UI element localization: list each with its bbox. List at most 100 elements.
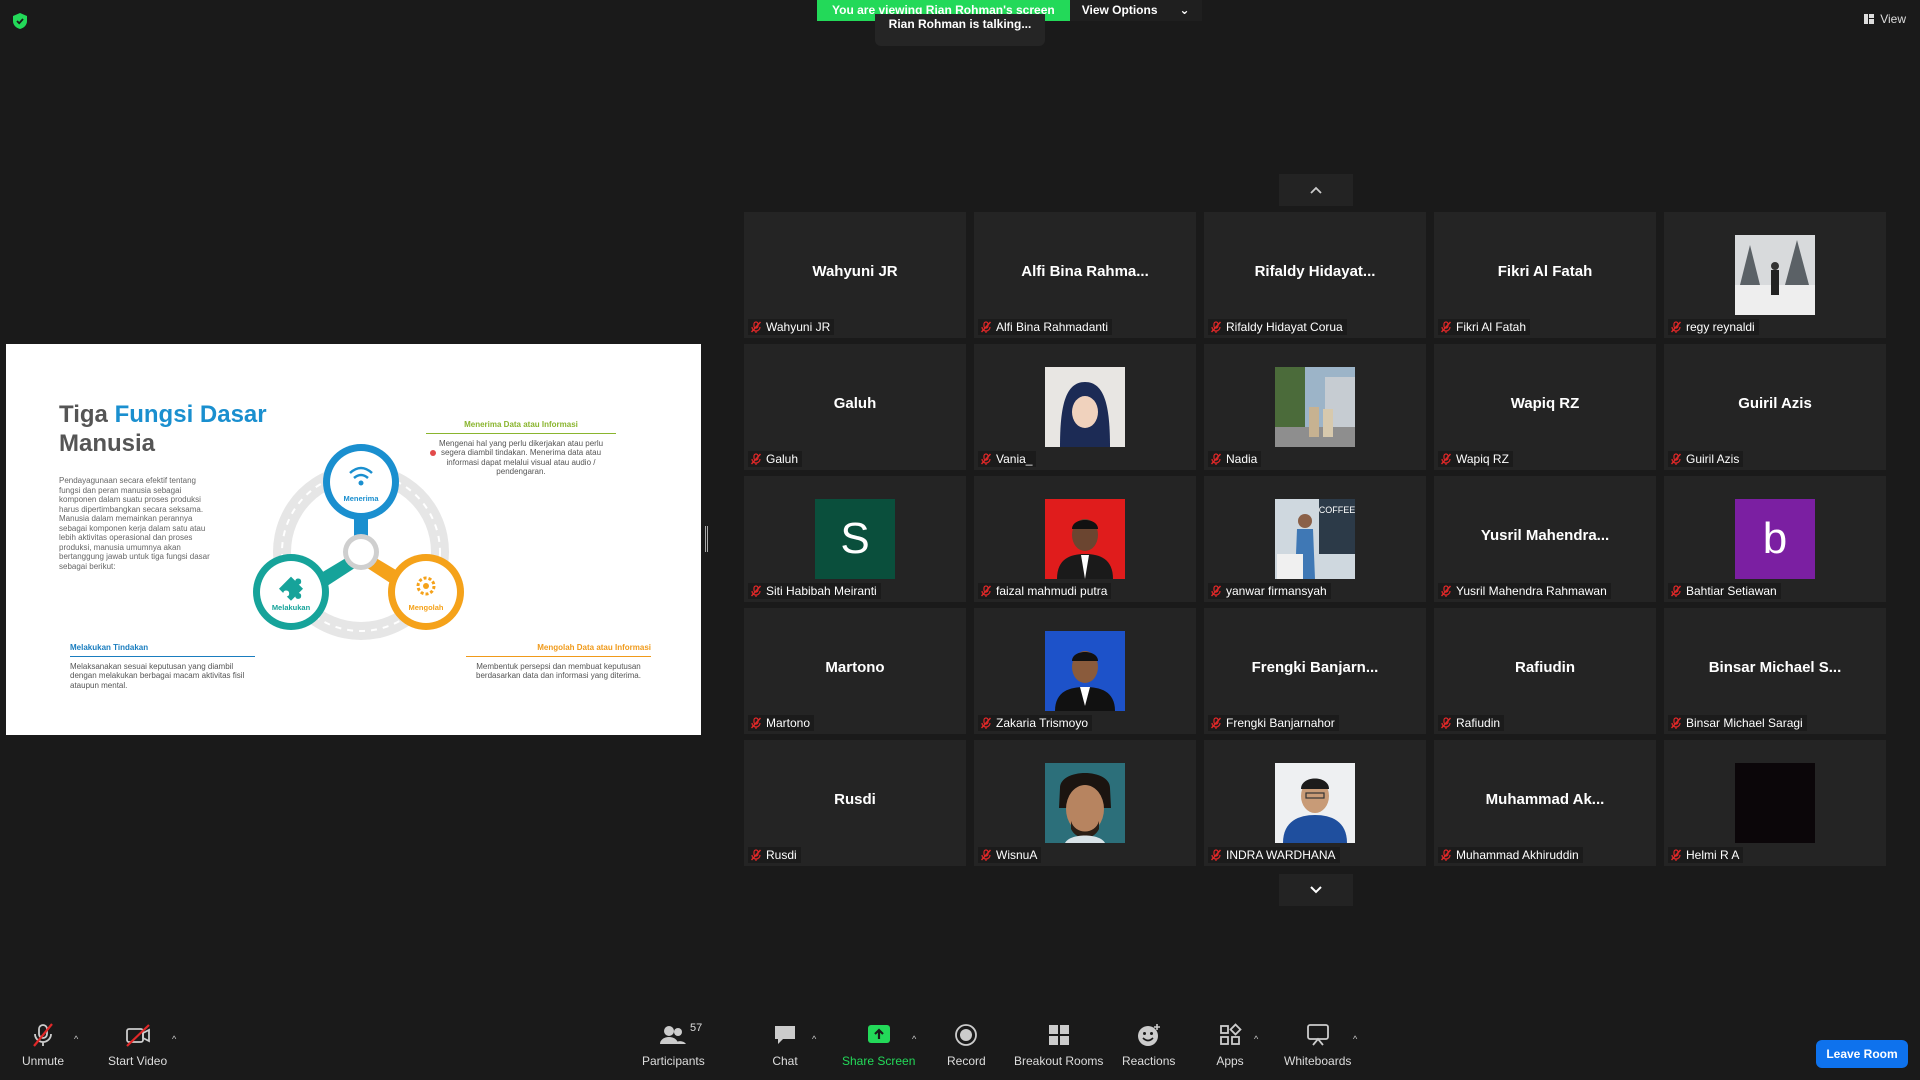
participant-photo — [1735, 763, 1815, 843]
view-layout-button[interactable]: View — [1863, 12, 1906, 26]
whiteboards-button[interactable]: Whiteboards — [1284, 1022, 1351, 1068]
leave-room-button[interactable]: Leave Room — [1816, 1040, 1908, 1068]
participant-name: Fikri Al Fatah — [1456, 320, 1527, 334]
video-options-caret[interactable]: ^ — [172, 1034, 176, 1044]
slide-title: Tiga Fungsi Dasar Manusia — [59, 400, 267, 458]
grid-view-icon — [1864, 14, 1875, 24]
microphone-muted-icon — [980, 585, 992, 597]
apps-options-caret[interactable]: ^ — [1254, 1034, 1258, 1044]
participant-tile[interactable]: Rafiudin Rafiudin — [1434, 608, 1656, 734]
breakout-rooms-button[interactable]: Breakout Rooms — [1014, 1022, 1103, 1068]
whiteboard-options-caret[interactable]: ^ — [1353, 1034, 1357, 1044]
apps-button[interactable]: Apps — [1216, 1022, 1244, 1068]
view-options-button[interactable]: View Options ⌄ — [1069, 0, 1202, 21]
participant-avatar — [1045, 367, 1125, 447]
participant-tile[interactable]: Vania_ — [974, 344, 1196, 470]
participant-name-label: Fikri Al Fatah — [1438, 319, 1531, 335]
participant-tile[interactable]: WisnuA — [974, 740, 1196, 866]
participant-photo — [1045, 499, 1125, 579]
participant-tile[interactable]: Nadia — [1204, 344, 1426, 470]
process-node: Mengolah — [388, 554, 464, 630]
participant-avatar — [1275, 367, 1355, 447]
node-receive-label: Menerima — [343, 494, 379, 503]
participant-tile[interactable]: Rifaldy Hidayat... Rifaldy Hidayat Corua — [1204, 212, 1426, 338]
chevron-down-icon: ⌄ — [1179, 3, 1190, 17]
callout-do: Melakukan Tindakan Melaksanakan sesuai k… — [70, 643, 255, 690]
participant-tile[interactable]: Binsar Michael S... Binsar Michael Saragi — [1664, 608, 1886, 734]
chat-bubble-icon — [775, 1026, 795, 1044]
callout-do-body: Melaksanakan sesuai keputusan yang diamb… — [70, 661, 245, 690]
microphone-muted-icon — [980, 321, 992, 333]
participant-tile[interactable]: COFFEE yanwar firmansyah — [1204, 476, 1426, 602]
participant-name: faizal mahmudi putra — [996, 584, 1108, 598]
microphone-muted-icon — [1210, 717, 1222, 729]
participant-tile[interactable]: Wahyuni JR Wahyuni JR — [744, 212, 966, 338]
split-view-divider-handle[interactable] — [705, 526, 708, 552]
participant-tile[interactable]: S Siti Habibah Meiranti — [744, 476, 966, 602]
participant-name: Rifaldy Hidayat Corua — [1226, 320, 1343, 334]
microphone-muted-icon — [1210, 321, 1222, 333]
microphone-muted-icon — [750, 585, 762, 597]
participant-tile[interactable]: Galuh Galuh — [744, 344, 966, 470]
whiteboard-icon — [1306, 1024, 1329, 1046]
participant-tile[interactable]: Alfi Bina Rahma... Alfi Bina Rahmadanti — [974, 212, 1196, 338]
share-screen-button[interactable]: Share Screen — [842, 1022, 915, 1068]
chat-options-caret[interactable]: ^ — [812, 1034, 816, 1044]
participant-name: INDRA WARDHANA — [1226, 848, 1336, 862]
participant-tile[interactable]: Wapiq RZ Wapiq RZ — [1434, 344, 1656, 470]
microphone-muted-icon — [1440, 849, 1452, 861]
gallery-page-up-button[interactable] — [1279, 174, 1353, 206]
participant-photo — [1045, 367, 1125, 447]
participant-tile[interactable]: Rusdi Rusdi — [744, 740, 966, 866]
participants-count: 57 — [690, 1022, 703, 1034]
unmute-button[interactable]: Unmute — [22, 1022, 64, 1068]
participant-tile[interactable]: Frengki Banjarn... Frengki Banjarnahor — [1204, 608, 1426, 734]
participant-name-label: Wahyuni JR — [748, 319, 835, 335]
receive-node: Menerima — [323, 444, 399, 520]
participant-name-label: Martono — [748, 715, 815, 731]
participant-tile[interactable]: INDRA WARDHANA — [1204, 740, 1426, 866]
participant-tile[interactable]: Martono Martono — [744, 608, 966, 734]
participant-tile[interactable]: Muhammad Ak... Muhammad Akhiruddin — [1434, 740, 1656, 866]
microphone-muted-icon — [1670, 453, 1682, 465]
participant-tile[interactable]: faizal mahmudi putra — [974, 476, 1196, 602]
participant-photo — [1275, 367, 1355, 447]
callout-process-title: Mengolah Data atau Informasi — [466, 643, 651, 657]
participant-tile[interactable]: Guiril Azis Guiril Azis — [1664, 344, 1886, 470]
audio-options-caret[interactable]: ^ — [74, 1034, 78, 1044]
record-button[interactable]: Record — [947, 1022, 986, 1068]
participant-display-name: Fikri Al Fatah — [1497, 263, 1593, 280]
participants-icon — [660, 1026, 687, 1044]
video-camera-off-icon — [125, 1024, 150, 1047]
participant-avatar: COFFEE — [1275, 499, 1355, 579]
security-shield-icon[interactable] — [12, 12, 28, 30]
participant-name: Bahtiar Setiawan — [1686, 584, 1777, 598]
participant-tile[interactable]: b Bahtiar Setiawan — [1664, 476, 1886, 602]
participant-name-label: WisnuA — [978, 847, 1042, 863]
microphone-muted-icon — [1210, 453, 1222, 465]
participant-tile[interactable]: regy reynaldi — [1664, 212, 1886, 338]
participant-tile[interactable]: Helmi R A — [1664, 740, 1886, 866]
gallery-page-down-button[interactable] — [1279, 874, 1353, 906]
node-do-label: Melakukan — [272, 603, 311, 612]
participant-tile[interactable]: Zakaria Trismoyo — [974, 608, 1196, 734]
participant-name-label: Binsar Michael Saragi — [1668, 715, 1807, 731]
participant-name-label: Siti Habibah Meiranti — [748, 583, 881, 599]
participant-display-name: Rafiudin — [1515, 659, 1575, 676]
participant-tile[interactable]: Yusril Mahendra... Yusril Mahendra Rahmaw… — [1434, 476, 1656, 602]
participant-tile[interactable]: Fikri Al Fatah Fikri Al Fatah — [1434, 212, 1656, 338]
chevron-up-icon — [1310, 186, 1322, 194]
participant-name-label: Galuh — [748, 451, 803, 467]
meeting-toolbar: Unmute ^ Start Video ^ Participants 57 C… — [0, 1014, 1920, 1080]
share-options-caret[interactable]: ^ — [912, 1034, 916, 1044]
participant-name: Nadia — [1226, 452, 1258, 466]
microphone-muted-icon — [1670, 321, 1682, 333]
participant-display-name: Guiril Azis — [1738, 395, 1812, 412]
chat-button[interactable]: Chat — [771, 1022, 799, 1068]
participant-name: Rusdi — [766, 848, 797, 862]
callout-process: Mengolah Data atau Informasi Membentuk p… — [466, 643, 651, 681]
reactions-button[interactable]: Reactions — [1122, 1022, 1175, 1068]
start-video-label: Start Video — [108, 1054, 168, 1068]
talking-indicator: Rian Rohman is talking... — [875, 14, 1045, 46]
start-video-button[interactable]: Start Video — [108, 1022, 167, 1068]
